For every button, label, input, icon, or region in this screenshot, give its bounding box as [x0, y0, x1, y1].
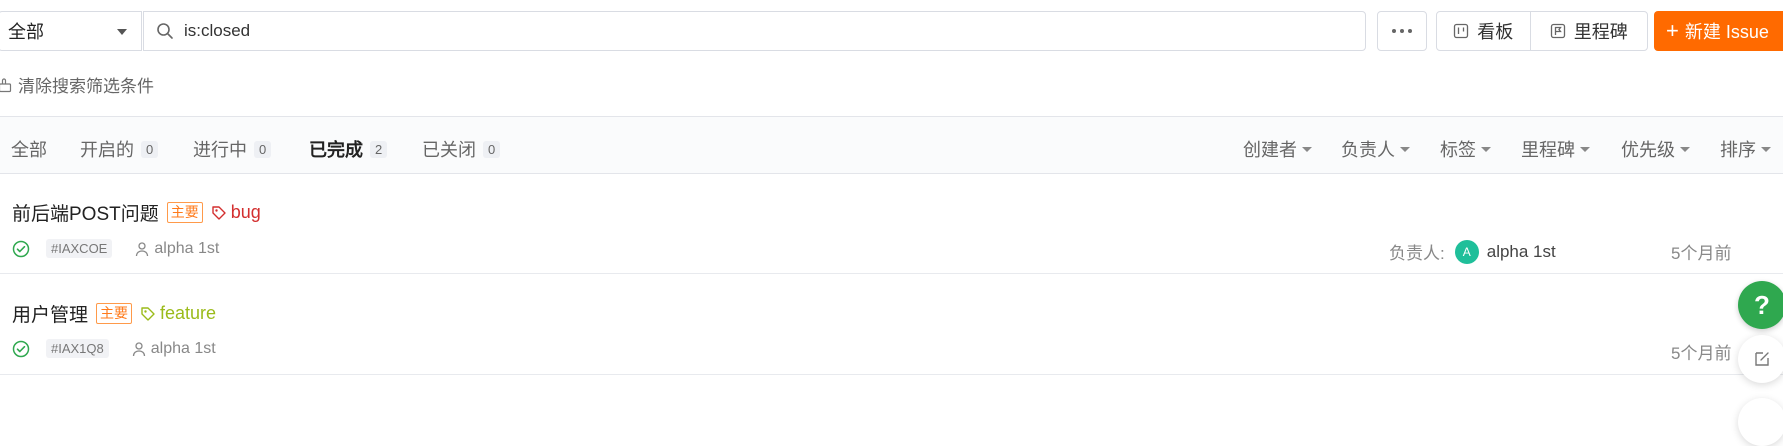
clear-filter-label: 清除搜索筛选条件 — [18, 77, 154, 96]
tab-completed[interactable]: 已完成 2 — [309, 136, 388, 162]
tab-label: 已关闭 — [422, 140, 476, 160]
filter-label: 创建者 — [1243, 140, 1297, 160]
filter-label: 优先级 — [1621, 140, 1675, 160]
tab-count: 2 — [370, 140, 388, 158]
filter-label: 标签 — [1440, 140, 1476, 160]
filter-label: 负责人 — [1341, 140, 1395, 160]
tab-count: 0 — [141, 140, 159, 158]
help-button[interactable]: ? — [1738, 281, 1783, 329]
milestone-icon — [1550, 23, 1565, 39]
issue-label-bug[interactable]: bug — [211, 202, 261, 223]
filter-label: 排序 — [1720, 140, 1756, 160]
filter-priority[interactable]: 优先级 — [1621, 136, 1690, 162]
chevron-down-icon — [1481, 146, 1491, 152]
search-field[interactable] — [143, 11, 1366, 51]
issue-author[interactable]: alpha 1st — [154, 240, 219, 258]
issue-row-2-header: 用户管理 主要 feature — [12, 300, 216, 327]
user-icon — [132, 341, 145, 356]
filter-label[interactable]: 标签 — [1440, 136, 1491, 162]
tag-icon — [212, 205, 226, 220]
scope-select-value: 全部 — [8, 22, 44, 42]
board-button-label: 看板 — [1477, 22, 1514, 42]
filter-label: 里程碑 — [1521, 140, 1575, 160]
board-button[interactable]: 看板 — [1437, 12, 1531, 50]
tab-open[interactable]: 开启的 0 — [80, 136, 159, 162]
chevron-down-icon — [1302, 146, 1312, 152]
search-icon — [157, 23, 173, 39]
filter-milestone[interactable]: 里程碑 — [1521, 136, 1590, 162]
clear-filter-link[interactable]: 清除搜索筛选条件 — [0, 72, 154, 97]
filter-creator[interactable]: 创建者 — [1243, 136, 1312, 162]
issue-ident[interactable]: #IAXCOE — [46, 239, 113, 258]
chevron-down-icon — [1400, 146, 1410, 152]
issue-time: 5个月前 — [1671, 244, 1732, 263]
tab-label: 进行中 — [193, 140, 247, 160]
tab-all[interactable]: 全部 — [11, 136, 47, 162]
tab-count: 0 — [254, 140, 272, 158]
filter-assignee[interactable]: 负责人 — [1341, 136, 1410, 162]
issue-row-1-meta: #IAXCOE alpha 1st — [12, 239, 219, 258]
new-issue-button[interactable]: + 新建 Issue — [1654, 11, 1783, 51]
assignee-name[interactable]: alpha 1st — [1487, 242, 1556, 262]
board-icon — [1454, 23, 1469, 39]
issue-label-feature[interactable]: feature — [140, 303, 216, 324]
tab-label: 已完成 — [309, 140, 363, 160]
label-text: feature — [160, 303, 217, 323]
label-text: bug — [230, 202, 261, 222]
avatar[interactable]: A — [1454, 239, 1479, 264]
filter-sort[interactable]: 排序 — [1720, 136, 1771, 162]
question-icon: ? — [1754, 289, 1770, 320]
milestone-button[interactable]: 里程碑 — [1531, 12, 1647, 50]
row-divider — [0, 374, 1783, 375]
chevron-down-icon — [1680, 146, 1690, 152]
issue-time: 5个月前 — [1671, 344, 1732, 363]
more-options-button[interactable] — [1377, 11, 1427, 51]
issue-assignee: 负责人: A alpha 1st — [1389, 239, 1556, 264]
ellipsis-icon — [1392, 29, 1396, 33]
user-icon — [136, 241, 149, 256]
tab-count: 0 — [483, 140, 501, 158]
tab-closed[interactable]: 已关闭 0 — [422, 136, 501, 162]
feedback-button[interactable] — [1738, 335, 1783, 383]
assignee-prefix: 负责人: — [1389, 244, 1445, 263]
chevron-down-icon — [1761, 146, 1771, 152]
chevron-down-icon — [1580, 146, 1590, 152]
edit-icon — [1755, 352, 1769, 366]
plus-icon: + — [1666, 18, 1679, 43]
priority-badge: 主要 — [166, 202, 203, 223]
floating-action-button[interactable] — [1738, 398, 1783, 446]
tab-in-progress[interactable]: 进行中 0 — [193, 136, 272, 162]
tag-icon — [141, 306, 155, 321]
scope-select[interactable]: 全部 — [0, 11, 142, 51]
chevron-down-icon — [117, 29, 127, 35]
tab-label: 开启的 — [80, 140, 134, 160]
row-divider — [0, 273, 1783, 274]
priority-badge: 主要 — [96, 303, 133, 324]
issue-title-link[interactable]: 前后端POST问题 — [12, 199, 159, 226]
issue-row-2-meta: #IAX1Q8 alpha 1st — [12, 339, 216, 358]
issue-row-1-header: 前后端POST问题 主要 bug — [12, 199, 261, 226]
issue-ident[interactable]: #IAX1Q8 — [46, 339, 109, 358]
view-switcher: 看板 里程碑 — [1436, 11, 1648, 51]
check-circle-icon — [12, 340, 30, 357]
issue-title-link[interactable]: 用户管理 — [12, 300, 88, 327]
eraser-icon — [0, 77, 12, 92]
tab-label: 全部 — [11, 140, 47, 160]
new-issue-label: 新建 Issue — [1684, 22, 1769, 42]
check-circle-icon — [12, 240, 30, 257]
issue-author[interactable]: alpha 1st — [151, 340, 216, 358]
search-input[interactable] — [182, 20, 1286, 42]
milestone-button-label: 里程碑 — [1573, 22, 1628, 42]
